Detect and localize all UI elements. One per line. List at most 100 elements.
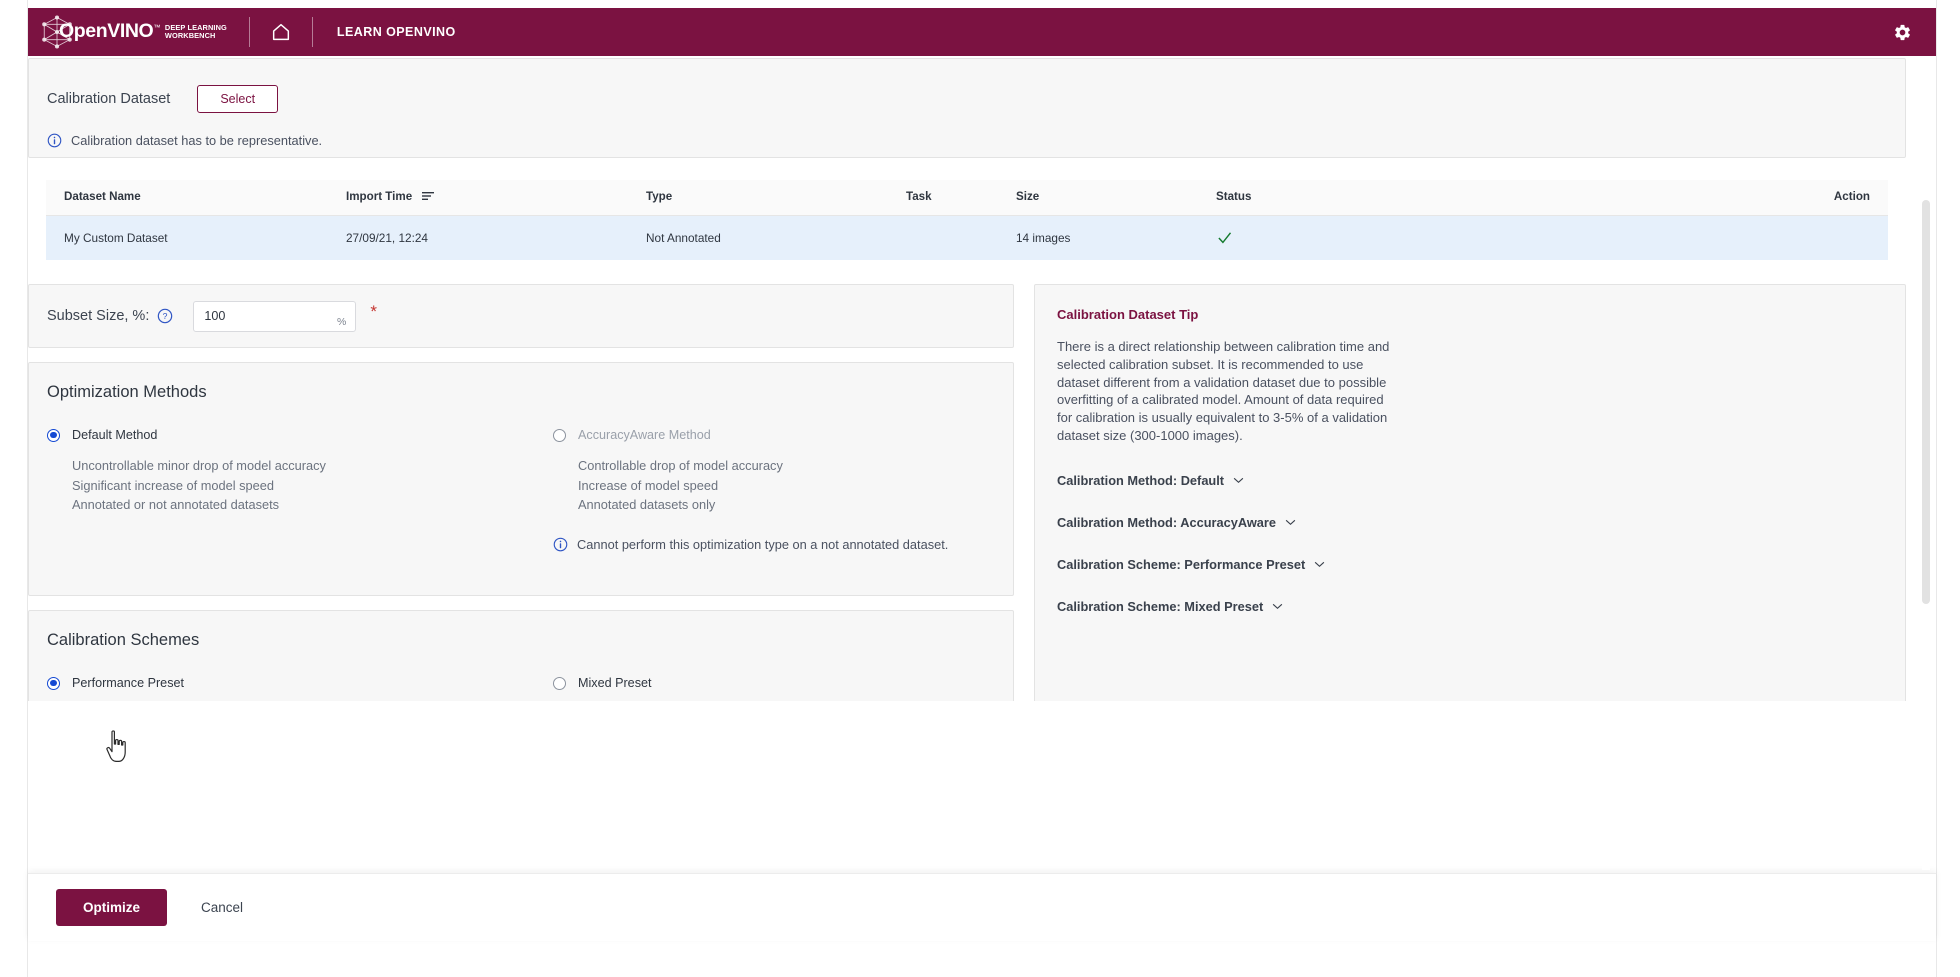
accordion-label: Calibration Scheme: Performance Preset bbox=[1057, 556, 1306, 572]
subset-size-panel: Subset Size, %: ? % * bbox=[28, 284, 1014, 348]
check-icon bbox=[1218, 232, 1232, 244]
optimize-button[interactable]: Optimize bbox=[56, 889, 168, 926]
info-icon bbox=[553, 537, 568, 551]
radio-performance-preset-label: Performance Preset bbox=[72, 676, 184, 690]
radio-mixed-preset-label: Mixed Preset bbox=[578, 676, 652, 690]
logo-word: OpenVINO™ bbox=[59, 20, 160, 43]
subset-size-label: Subset Size, %: bbox=[47, 308, 150, 324]
accordion-label: Calibration Method: AccuracyAware bbox=[1057, 514, 1277, 530]
cell-status bbox=[1216, 215, 1481, 260]
radio-accuracyaware-method[interactable]: AccuracyAware Method bbox=[553, 428, 995, 442]
optimization-note-text: Cannot perform this optimization type on… bbox=[577, 536, 949, 552]
calibration-dataset-panel: Calibration Dataset Select Calibration d… bbox=[28, 58, 1906, 158]
cancel-button[interactable]: Cancel bbox=[195, 899, 249, 916]
accordion-calibration-method-accuracyaware[interactable]: Calibration Method: AccuracyAware bbox=[1057, 515, 1879, 530]
subset-size-field[interactable]: % bbox=[193, 300, 357, 332]
optimization-methods-title: Optimization Methods bbox=[47, 383, 207, 401]
subset-size-input[interactable] bbox=[194, 301, 356, 331]
cell-dataset-name: My Custom Dataset bbox=[46, 215, 346, 260]
svg-text:?: ? bbox=[163, 311, 168, 321]
calibration-schemes-columns: Performance Preset Uncompromising perfor… bbox=[47, 676, 995, 701]
app-root: OpenVINO™ DEEP LEARNING WORKBENCH LEARN … bbox=[0, 0, 1960, 977]
question-icon[interactable]: ? bbox=[157, 308, 173, 324]
radio-indicator bbox=[553, 676, 566, 690]
scheme-option-mixed: Mixed Preset Tradeoff between accuracy a… bbox=[521, 676, 995, 701]
header-right-group bbox=[1886, 16, 1936, 48]
header-left-group: OpenVINO™ DEEP LEARNING WORKBENCH LEARN … bbox=[28, 8, 480, 56]
radio-default-method[interactable]: Default Method bbox=[47, 428, 521, 442]
main-content: Calibration Dataset Select Calibration d… bbox=[28, 56, 1936, 701]
scrollbar-thumb[interactable] bbox=[1922, 200, 1930, 604]
column-header-status[interactable]: Status bbox=[1216, 180, 1481, 216]
cell-type: Not Annotated bbox=[646, 215, 906, 260]
radio-indicator bbox=[47, 428, 60, 442]
optimization-methods-panel: Optimization Methods Default Method Unco… bbox=[28, 362, 1014, 596]
chevron-down-icon bbox=[1314, 561, 1325, 567]
radio-performance-preset[interactable]: Performance Preset bbox=[47, 676, 521, 690]
sort-icon bbox=[422, 192, 435, 200]
logo-subtitle: DEEP LEARNING WORKBENCH bbox=[164, 22, 227, 41]
openvino-logo[interactable]: OpenVINO™ DEEP LEARNING WORKBENCH bbox=[28, 8, 249, 56]
home-icon bbox=[272, 23, 289, 41]
default-method-bullets: Uncontrollable minor drop of model accur… bbox=[72, 456, 521, 515]
column-header-dataset-name[interactable]: Dataset Name bbox=[46, 180, 346, 216]
accordion-calibration-scheme-performance[interactable]: Calibration Scheme: Performance Preset bbox=[1057, 557, 1879, 572]
accuracyaware-method-bullets: Controllable drop of model accuracy Incr… bbox=[578, 456, 995, 515]
dataset-table: Dataset Name Import Time Type Task Size bbox=[46, 180, 1888, 260]
column-header-task[interactable]: Task bbox=[906, 180, 1016, 216]
tip-panel-title: Calibration Dataset Tip bbox=[1057, 307, 1199, 322]
chevron-down-icon bbox=[1272, 603, 1283, 609]
app-header: OpenVINO™ DEEP LEARNING WORKBENCH LEARN … bbox=[28, 8, 1936, 56]
info-icon bbox=[47, 133, 62, 148]
radio-mixed-preset[interactable]: Mixed Preset bbox=[553, 676, 995, 690]
calibration-schemes-panel: Calibration Schemes Performance Preset U… bbox=[28, 610, 1014, 701]
optimization-option-accuracyaware: AccuracyAware Method Controllable drop o… bbox=[521, 428, 995, 552]
accordion-label: Calibration Method: Default bbox=[1057, 472, 1225, 488]
bullet-line: Significant increase of model speed bbox=[72, 477, 275, 493]
calibration-dataset-info: Calibration dataset has to be representa… bbox=[47, 133, 1905, 148]
tip-panel-body: There is a direct relationship between c… bbox=[1057, 339, 1390, 443]
dataset-table-body: My Custom Dataset 27/09/21, 12:24 Not An… bbox=[46, 215, 1888, 260]
bullet-line: Annotated datasets only bbox=[578, 497, 716, 512]
subset-size-unit: % bbox=[337, 315, 347, 328]
chevron-down-icon bbox=[1233, 477, 1244, 483]
cell-task bbox=[906, 215, 1016, 260]
column-header-size[interactable]: Size bbox=[1016, 180, 1216, 216]
optimization-methods-columns: Default Method Uncontrollable minor drop… bbox=[47, 428, 995, 552]
cell-import-time: 27/09/21, 12:24 bbox=[346, 215, 646, 260]
cell-action bbox=[1481, 215, 1888, 260]
table-row[interactable]: My Custom Dataset 27/09/21, 12:24 Not An… bbox=[46, 215, 1888, 260]
radio-accuracyaware-method-label: AccuracyAware Method bbox=[578, 428, 711, 442]
cell-size: 14 images bbox=[1016, 215, 1216, 260]
gear-icon bbox=[1894, 24, 1910, 40]
mouse-cursor-pointer bbox=[106, 730, 126, 762]
bullet-line: Increase of model speed bbox=[578, 477, 719, 493]
column-header-import-time[interactable]: Import Time bbox=[346, 180, 646, 216]
calibration-schemes-title: Calibration Schemes bbox=[47, 631, 200, 649]
column-header-type[interactable]: Type bbox=[646, 180, 906, 216]
dataset-table-head: Dataset Name Import Time Type Task Size bbox=[46, 180, 1888, 216]
logo-wordmark: OpenVINO™ DEEP LEARNING WORKBENCH bbox=[59, 22, 227, 42]
bullet-line: Annotated or not annotated datasets bbox=[72, 497, 280, 512]
calibration-dataset-row: Calibration Dataset Select bbox=[47, 85, 1905, 113]
home-button[interactable] bbox=[250, 8, 312, 56]
page-edge-right bbox=[1936, 0, 1937, 977]
accordion-calibration-method-default[interactable]: Calibration Method: Default bbox=[1057, 473, 1879, 488]
radio-indicator bbox=[553, 428, 566, 442]
accordion-label: Calibration Scheme: Mixed Preset bbox=[1057, 598, 1264, 614]
logo-trademark: ™ bbox=[153, 24, 160, 32]
accordion-calibration-scheme-mixed[interactable]: Calibration Scheme: Mixed Preset bbox=[1057, 599, 1879, 614]
calibration-dataset-info-text: Calibration dataset has to be representa… bbox=[71, 133, 323, 148]
learn-openvino-link[interactable]: LEARN OPENVINO bbox=[313, 8, 480, 56]
chevron-down-icon bbox=[1285, 519, 1296, 525]
radio-indicator bbox=[47, 676, 60, 690]
action-bar: Optimize Cancel bbox=[28, 873, 1936, 941]
settings-button[interactable] bbox=[1886, 16, 1918, 48]
optimization-note: Cannot perform this optimization type on… bbox=[553, 537, 995, 552]
select-dataset-button[interactable]: Select bbox=[197, 85, 279, 113]
bullet-line: Uncontrollable minor drop of model accur… bbox=[72, 458, 326, 473]
radio-default-method-label: Default Method bbox=[72, 428, 158, 442]
calibration-tip-panel: Calibration Dataset Tip There is a direc… bbox=[1034, 284, 1906, 701]
dataset-table-wrapper: Dataset Name Import Time Type Task Size bbox=[28, 168, 1906, 266]
column-header-action: Action bbox=[1481, 180, 1888, 216]
